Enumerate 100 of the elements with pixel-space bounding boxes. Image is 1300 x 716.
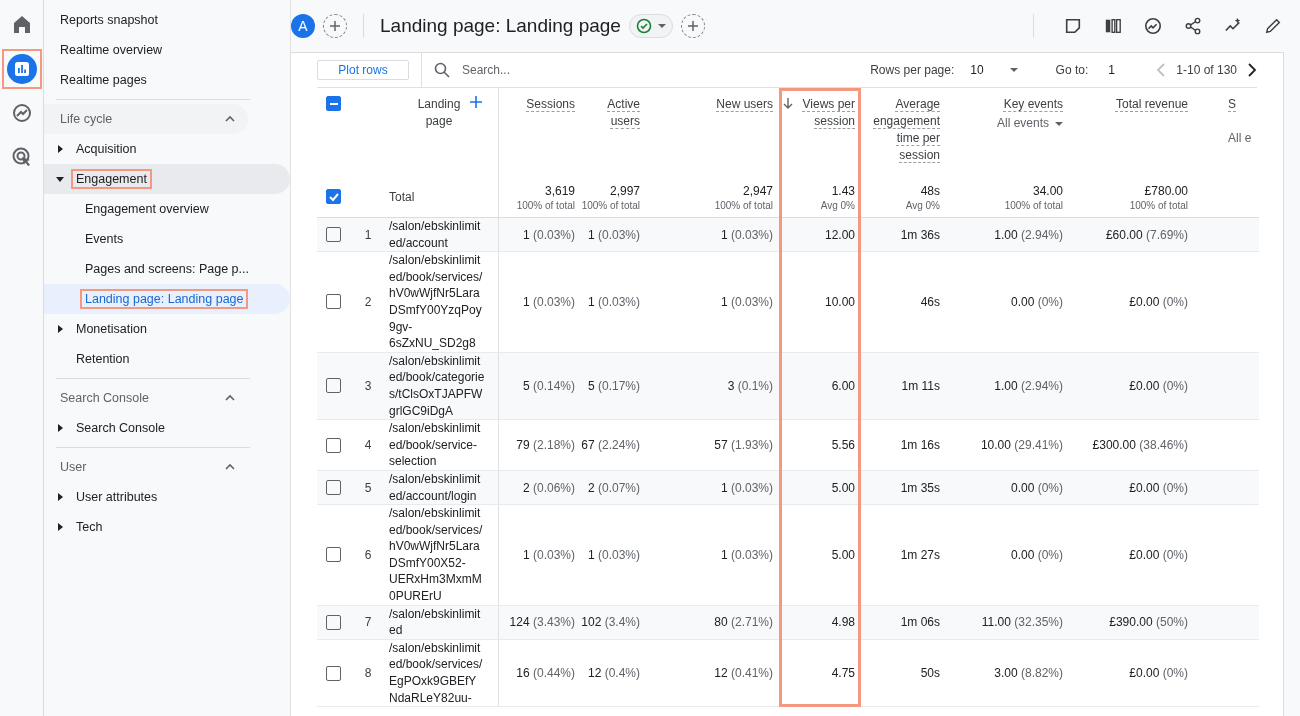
column-header[interactable]: Key events All events [946,88,1069,176]
page-range: 1-10 of 130 [1176,63,1237,77]
row-number: 6 [364,547,372,562]
nav-item[interactable]: Acquisition [44,134,290,164]
nav-item[interactable]: Retention [44,344,290,374]
avatar[interactable]: A [291,14,315,38]
row-number: 2 [364,294,372,309]
table-cell-text: /salon/ebskinlimited/book/services/hV0wWjfNr5LaraDSmfY00X52-UERxHm3MxmM0PURErU [388,505,484,605]
column-header[interactable]: Active users [581,88,646,176]
trend-circle-icon[interactable] [1144,17,1162,35]
table-cell: 0.00 (0%) [1010,547,1063,562]
table-cell-text: /salon/ebskinlimited/account/login [388,470,482,505]
column-header[interactable]: Average engagement time per session [861,88,946,176]
checkbox[interactable] [326,189,341,204]
caret-icon [56,325,64,333]
events-filter-dropdown[interactable]: All e [1228,130,1252,147]
table-cell: 10.00 [824,294,855,309]
table-cell: £0.00 (0%) [1129,547,1188,562]
caret-icon [657,22,666,30]
checkbox[interactable] [326,547,341,563]
checkbox[interactable] [326,294,341,310]
caret-icon [56,175,64,183]
plus-icon [329,20,341,32]
table-cell: 5.56 [831,438,855,452]
nav-link[interactable]: Realtime pages [44,65,290,95]
column-header[interactable]: S All e [1194,88,1259,176]
table-cell: 57 (1.93%) [714,438,773,452]
checkbox[interactable] [326,480,341,495]
nav-item[interactable]: Pages and screens: Page p... [44,254,290,284]
nav-item[interactable]: Events [44,224,290,254]
next-page-icon[interactable] [1247,63,1257,77]
column-header[interactable]: Sessions [499,88,581,176]
table-cell: 1m 16s [900,438,940,452]
table-cell: 79 (2.18%) [516,438,575,452]
table-cell: 124 (3.43%) [509,615,575,630]
section-header[interactable]: Life cycle [44,104,248,134]
table-cell: 11.00 (32.35%) [981,615,1063,630]
nav-link[interactable]: Reports snapshot [44,5,290,35]
caret-icon [56,523,64,531]
table-cell: 12 (0.4%) [587,666,640,681]
edit-icon[interactable] [1264,17,1282,35]
table-cell: 1 (0.03%) [720,227,773,242]
table-cell: 80 (2.71%) [714,615,773,630]
table-cell: £300.00 (38.46%) [1092,438,1188,452]
row-number: 1 [364,227,372,242]
table-cell: £0.00 (0%) [1129,378,1188,393]
total-note: 100% of total [1004,200,1063,211]
reports-button[interactable] [1,49,42,89]
table-cell: 5 (0.14%) [522,378,575,393]
table-cell: 1 (0.03%) [587,227,640,242]
table-cell: £390.00 (50%) [1109,615,1188,630]
section-header[interactable]: User [44,452,248,482]
rows-per-page-dropdown[interactable]: 10 [964,62,1024,78]
minus-icon [329,102,338,105]
share-icon[interactable] [1184,17,1202,35]
nav-link[interactable]: Realtime overview [44,35,290,65]
total-value: 2,997 [609,183,640,200]
table-cell: 4.75 [831,666,855,681]
caret-icon [56,424,64,432]
table-cell: £60.00 (7.69%) [1105,227,1188,242]
nav-item[interactable]: Landing page: Landing page [44,284,290,314]
section-header[interactable]: Search Console [44,383,248,413]
table-cell: 3 (0.1%) [727,378,773,393]
table-cell: 1.00 (2.94%) [994,378,1063,393]
checkbox[interactable] [326,378,341,394]
table-cell-text: /salon/ebskinlimited/account [388,218,482,252]
table-cell: 0.00 (0%) [1010,480,1063,495]
caret-icon [56,145,64,153]
column-header[interactable]: Total revenue [1069,88,1194,176]
checkbox[interactable] [326,665,341,681]
checkbox[interactable] [326,437,341,453]
checkbox[interactable] [326,614,341,630]
row-number: 4 [364,438,372,452]
total-value: 48s [920,183,940,200]
nav-item[interactable]: Engagement [44,164,290,194]
checkbox[interactable] [326,227,341,243]
table-cell: 4.98 [831,615,855,630]
nav-item[interactable]: Tech [44,512,290,542]
table-cell: 1m 06s [900,615,940,630]
total-note: Avg 0% [820,200,855,211]
nav-item[interactable]: Engagement overview [44,194,290,224]
bar-chart-icon [6,54,37,84]
total-note: 100% of total [714,200,773,211]
events-filter-dropdown[interactable]: All events [996,115,1063,132]
status-dropdown[interactable] [628,14,673,38]
nav-item[interactable]: Search Console [44,413,290,443]
total-value: 3,619 [544,183,575,200]
note-icon[interactable] [1064,17,1082,35]
table-cell: 0.00 (0%) [1010,294,1063,309]
columns-icon[interactable] [1104,17,1122,35]
nav-item[interactable]: User attributes [44,482,290,512]
nav-item[interactable]: Monetisation [44,314,290,344]
select-all-checkbox[interactable] [326,96,341,111]
column-header[interactable]: Views per session [779,88,861,176]
column-header[interactable]: New users [646,88,779,176]
plot-rows-button[interactable]: Plot rows [317,60,409,80]
column-header[interactable]: Landing page [414,96,464,130]
table-cell: 46s [920,294,940,309]
plus-icon[interactable] [470,96,482,108]
table-cell: 1m 36s [900,227,940,242]
